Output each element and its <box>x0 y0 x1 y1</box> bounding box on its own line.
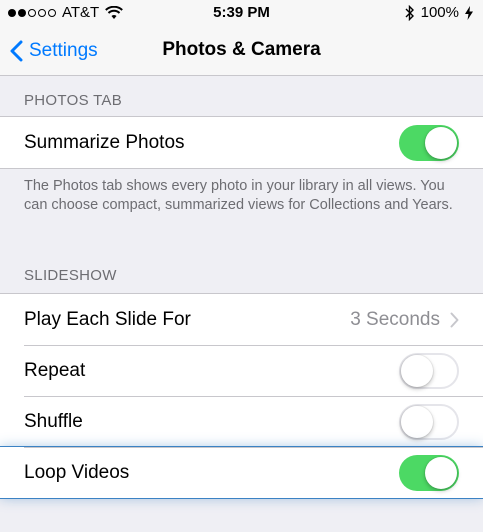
loop-videos-row: Loop Videos <box>0 446 483 499</box>
toggle-knob <box>425 126 457 159</box>
play-each-slide-label: Play Each Slide For <box>24 308 191 330</box>
play-each-slide-row[interactable]: Play Each Slide For 3 Seconds <box>0 294 483 345</box>
section-header-photos-tab: PHOTOS TAB <box>24 92 123 109</box>
photos-tab-footer-note: The Photos tab shows every photo in your… <box>24 178 453 213</box>
summarize-photos-label: Summarize Photos <box>24 131 185 153</box>
shuffle-label: Shuffle <box>24 410 83 432</box>
loop-videos-label: Loop Videos <box>24 461 130 483</box>
status-bar: AT&T 5:39 PM 100% <box>0 0 483 26</box>
shuffle-toggle[interactable] <box>399 403 459 440</box>
charging-icon <box>465 5 473 20</box>
status-right: 100% <box>405 4 473 21</box>
navigation-bar: Settings Photos & Camera <box>0 26 483 76</box>
shuffle-row: Shuffle <box>0 396 483 447</box>
bluetooth-icon <box>405 4 414 21</box>
chevron-right-icon <box>450 312 459 327</box>
section-header-slideshow: SLIDESHOW <box>24 267 117 284</box>
play-each-slide-value: 3 Seconds <box>350 308 440 330</box>
page-title: Photos & Camera <box>162 39 321 60</box>
toggle-knob <box>425 456 457 489</box>
toggle-knob <box>401 354 433 387</box>
summarize-photos-row: Summarize Photos <box>0 117 483 168</box>
battery-percentage: 100% <box>420 4 459 21</box>
repeat-label: Repeat <box>24 359 86 381</box>
toggle-knob <box>401 405 433 438</box>
photos-tab-group: Summarize Photos <box>0 116 483 169</box>
repeat-row: Repeat <box>0 345 483 396</box>
loop-videos-toggle[interactable] <box>399 454 459 491</box>
slideshow-group: Play Each Slide For 3 Seconds Repeat Shu… <box>0 293 483 499</box>
summarize-photos-toggle[interactable] <box>399 124 459 161</box>
repeat-toggle[interactable] <box>399 352 459 389</box>
